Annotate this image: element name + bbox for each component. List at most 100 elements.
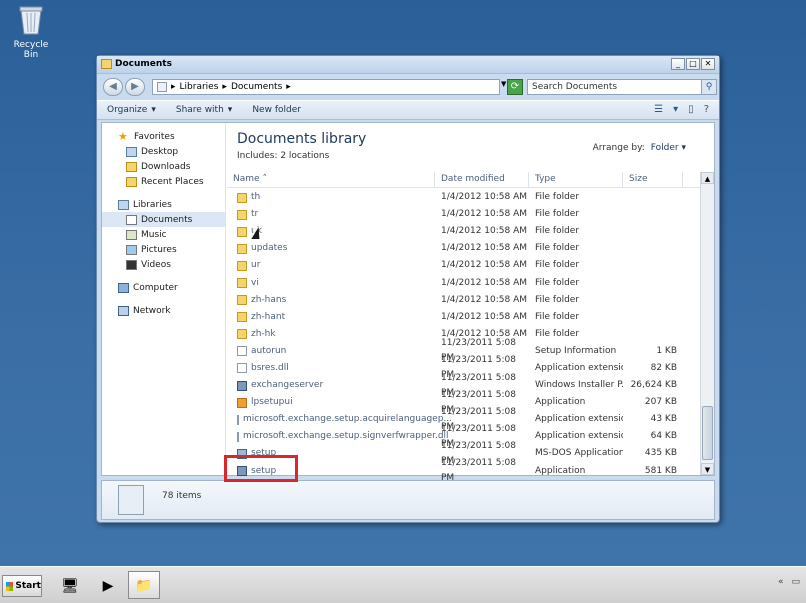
computer-icon (118, 282, 129, 293)
file-row[interactable]: vi 1/4/2012 10:58 AM File folder (227, 274, 700, 291)
file-name: zh-hk (251, 328, 276, 339)
lpsetup-icon (237, 397, 247, 408)
file-type: File folder (535, 243, 580, 254)
folder-icon (237, 243, 247, 254)
column-name-label: Name (233, 174, 260, 184)
nav-favorites[interactable]: ★ Favorites (102, 129, 225, 144)
powershell-icon[interactable]: ▶ (92, 571, 124, 599)
file-type: MS-DOS Application (535, 448, 623, 459)
column-size[interactable]: Size (623, 172, 683, 187)
nav-pictures[interactable]: Pictures (102, 242, 225, 257)
file-name-cell: microsoft.exchange.setup.signverfwrapper… (227, 429, 449, 444)
breadcrumb-documents[interactable]: Documents (231, 82, 282, 92)
scroll-down-icon[interactable]: ▼ (701, 463, 714, 475)
organize-button[interactable]: Organize ▾ (107, 105, 156, 115)
music-icon (126, 229, 137, 240)
chevron-down-icon: ▾ (151, 105, 156, 115)
close-button[interactable]: ✕ (701, 58, 715, 70)
file-type: File folder (535, 311, 580, 322)
highlight-box (224, 455, 298, 482)
nav-music[interactable]: Music (102, 227, 225, 242)
nav-label: Computer (133, 282, 178, 293)
recycle-bin[interactable]: Recycle Bin (8, 4, 54, 60)
help-icon[interactable]: ? (704, 104, 709, 115)
file-name-cell: microsoft.exchange.setup.acquirelanguage… (227, 412, 452, 427)
column-name[interactable]: Name ˄ (227, 172, 435, 187)
file-name: ur (251, 260, 261, 271)
view-controls: ☰ ▾ ▯ ? (654, 104, 709, 115)
forward-button[interactable]: ▶ (125, 78, 145, 96)
scroll-up-icon[interactable]: ▲ (701, 172, 714, 184)
change-view-icon[interactable]: ☰ (654, 104, 663, 115)
start-button[interactable]: Start (2, 575, 42, 597)
file-name: vi (251, 277, 259, 288)
content-pane: Documents library Includes: 2 locations … (227, 123, 714, 483)
nav-label: Recent Places (141, 176, 204, 187)
details-pane: 78 items (101, 480, 715, 520)
file-row[interactable]: ur 1/4/2012 10:58 AM File folder (227, 257, 700, 274)
file-row[interactable]: uk 1/4/2012 10:58 AM File folder (227, 223, 700, 240)
file-date: 1/4/2012 10:58 AM (441, 260, 528, 271)
window-controls: _ □ ✕ (671, 58, 715, 70)
file-row[interactable]: updates 1/4/2012 10:58 AM File folder (227, 240, 700, 257)
breadcrumb-libraries[interactable]: Libraries (180, 82, 219, 92)
search-placeholder: Search Documents (532, 82, 618, 92)
libraries-icon (157, 82, 167, 92)
nav-videos[interactable]: Videos (102, 257, 225, 272)
explorer-taskbar-icon[interactable]: 📁 (128, 571, 160, 599)
vertical-scrollbar[interactable]: ▲ ▼ (700, 172, 714, 475)
file-type: Application extension (535, 414, 623, 425)
file-type: Application extension (535, 362, 623, 373)
minimize-button[interactable]: _ (671, 58, 685, 70)
column-type[interactable]: Type (529, 172, 623, 187)
file-row[interactable]: th 1/4/2012 10:58 AM File folder (227, 189, 700, 206)
file-name: microsoft.exchange.setup.signverfwrapper… (243, 431, 449, 442)
nav-downloads[interactable]: Downloads (102, 159, 225, 174)
maximize-button[interactable]: □ (686, 58, 700, 70)
desktop-icon (126, 146, 137, 157)
downloads-icon (126, 161, 137, 172)
file-date: 1/4/2012 10:58 AM (441, 277, 528, 288)
library-includes-link[interactable]: Includes: 2 locations (237, 151, 329, 161)
file-icon (237, 346, 247, 357)
file-name: microsoft.exchange.setup.acquirelanguage… (243, 414, 452, 425)
address-bar-row: ◀ ▶ ▸ Libraries ▸ Documents ▸ ▼ ⟳ Search… (97, 74, 719, 100)
new-folder-button[interactable]: New folder (252, 105, 301, 115)
library-icon (118, 485, 144, 515)
column-date-modified[interactable]: Date modified (435, 172, 529, 187)
title-bar[interactable]: Documents _ □ ✕ (97, 56, 719, 74)
search-input[interactable]: Search Documents ⚲ (527, 79, 717, 95)
search-icon[interactable]: ⚲ (701, 80, 716, 94)
nav-documents[interactable]: Documents (102, 212, 225, 227)
file-row[interactable]: zh-hans 1/4/2012 10:58 AM File folder (227, 292, 700, 309)
file-type: Application (535, 397, 586, 408)
address-bar[interactable]: ▸ Libraries ▸ Documents ▸ (152, 79, 500, 95)
view-dropdown-icon[interactable]: ▾ (673, 104, 678, 115)
file-date: 1/4/2012 10:58 AM (441, 294, 528, 305)
nav-desktop[interactable]: Desktop (102, 144, 225, 159)
server-manager-icon[interactable]: 🖥 (54, 571, 86, 599)
show-hidden-icons-icon[interactable]: « (778, 577, 784, 587)
file-row[interactable]: zh-hant 1/4/2012 10:58 AM File folder (227, 309, 700, 326)
file-name: updates (251, 243, 288, 254)
nav-label: Desktop (141, 146, 179, 157)
refresh-icon[interactable]: ⟳ (507, 79, 523, 95)
nav-libraries[interactable]: Libraries (102, 197, 225, 212)
nav-label: Downloads (141, 161, 191, 172)
file-type: File folder (535, 209, 580, 220)
folder-icon (237, 192, 247, 203)
back-button[interactable]: ◀ (103, 78, 123, 96)
file-row[interactable]: tr 1/4/2012 10:58 AM File folder (227, 206, 700, 223)
nav-recent-places[interactable]: Recent Places (102, 174, 225, 189)
preview-pane-icon[interactable]: ▯ (688, 104, 694, 115)
scrollbar-thumb[interactable] (702, 406, 713, 460)
file-type: Windows Installer P... (535, 380, 623, 391)
arrange-by-dropdown[interactable]: Folder ▾ (651, 143, 686, 153)
pictures-icon (126, 244, 137, 255)
network-tray-icon[interactable]: ▭ (791, 577, 800, 587)
file-name-cell: zh-hans (227, 293, 435, 308)
nav-computer[interactable]: Computer (102, 280, 225, 295)
share-with-button[interactable]: Share with ▾ (176, 105, 232, 115)
file-name-cell: tr (227, 207, 435, 222)
nav-network[interactable]: Network (102, 303, 225, 318)
